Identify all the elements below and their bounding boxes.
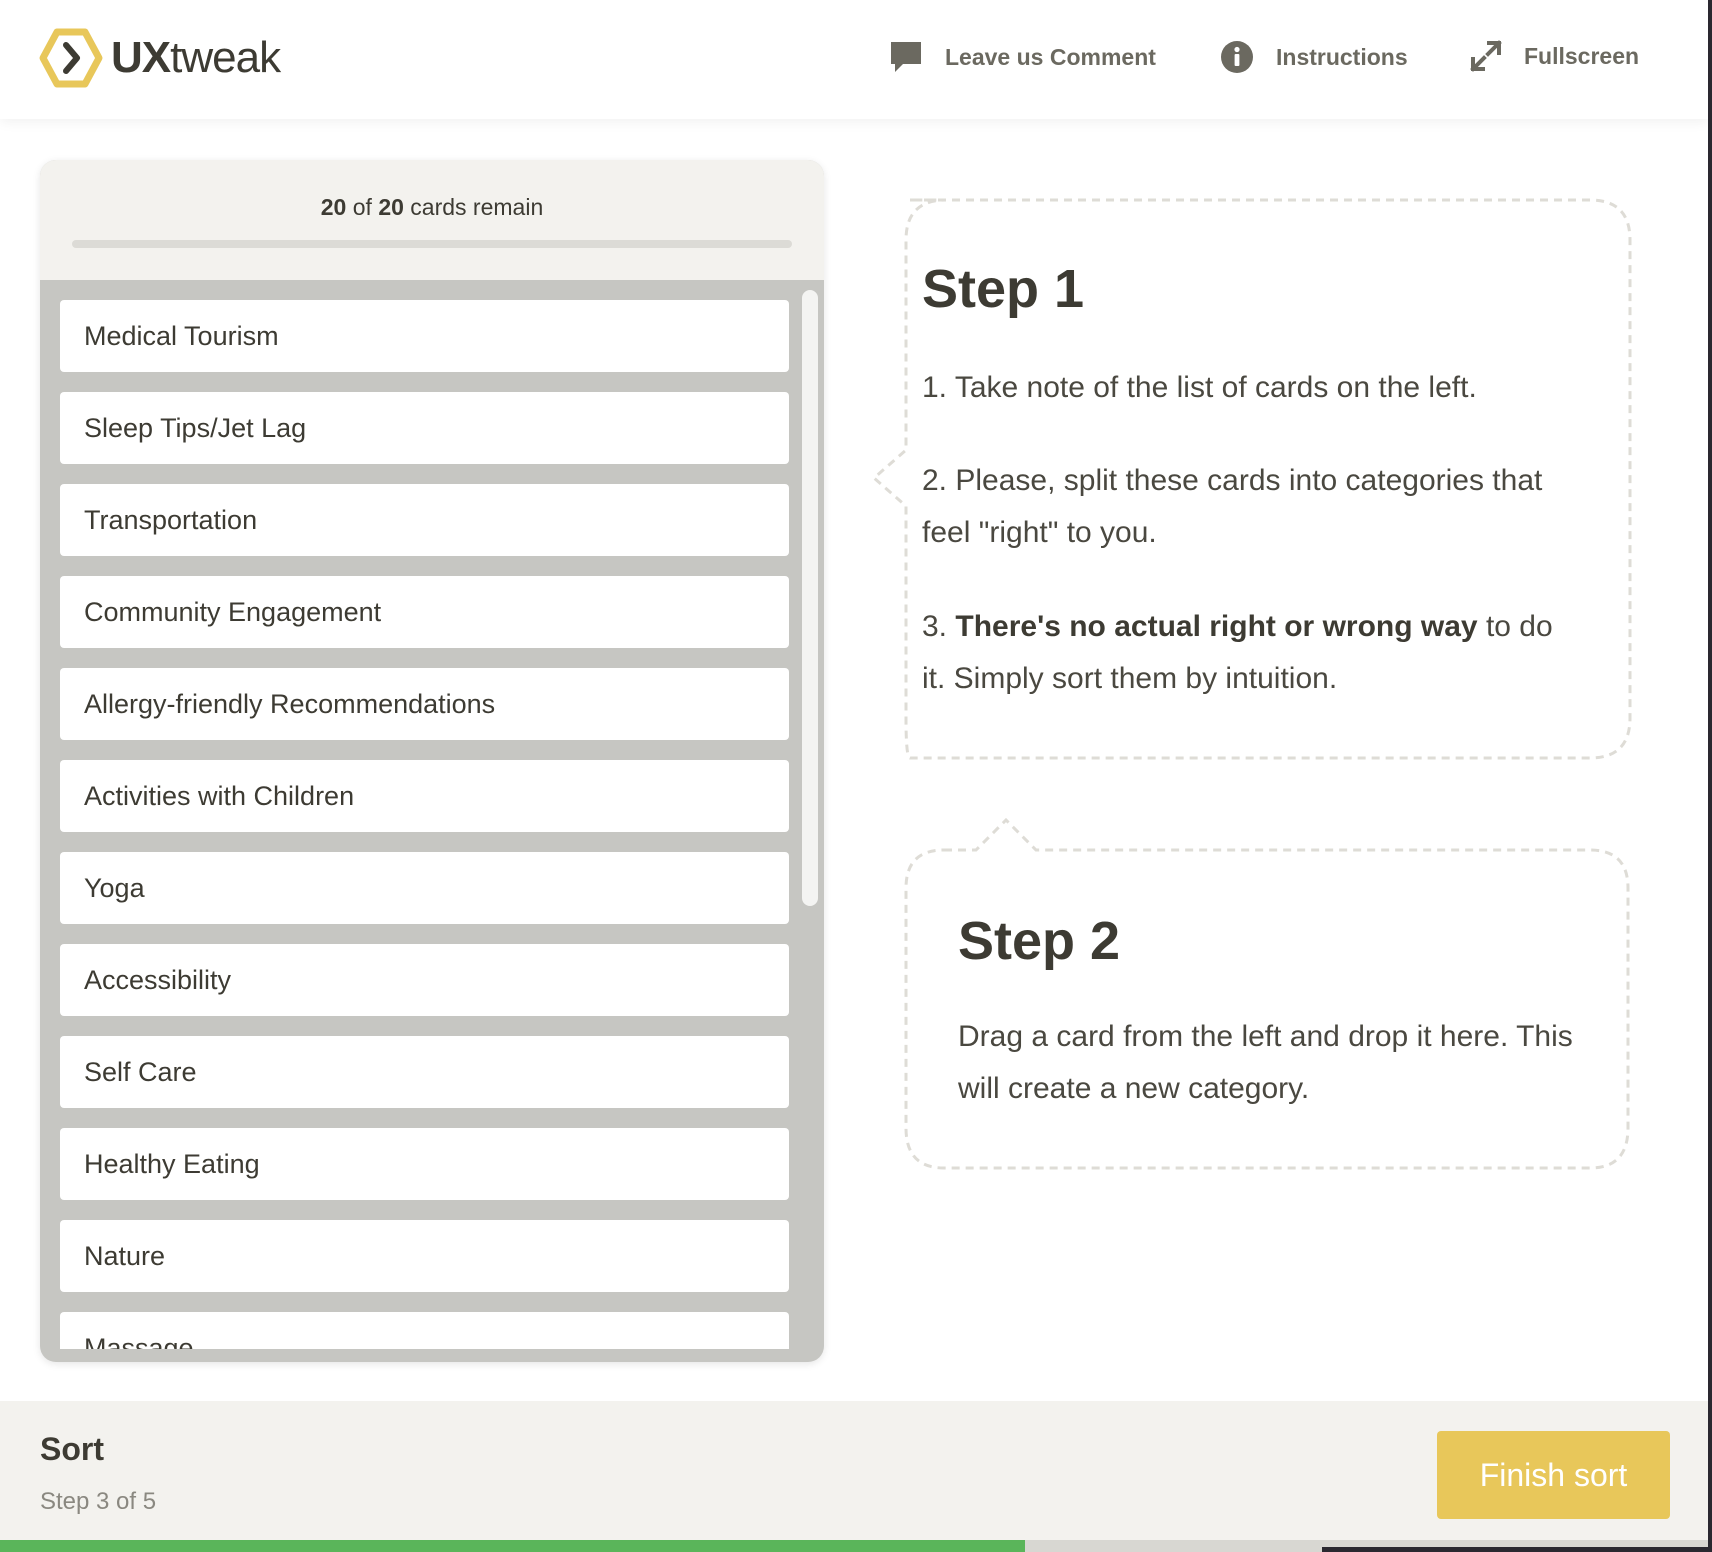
logo-text-bold: UX xyxy=(111,33,171,82)
step2-bubble-frame xyxy=(904,818,1630,1170)
step2-drop-zone[interactable]: Step 2 Drag a card from the left and dro… xyxy=(904,818,1630,1170)
footer-step-indicator: Step 3 of 5 xyxy=(40,1488,157,1515)
card-sort-app: UXtweak Leave us Comment Instructions Fu… xyxy=(0,0,1708,1552)
cards-of-label: of xyxy=(352,194,372,220)
card-item[interactable]: Accessibility xyxy=(60,944,789,1016)
cards-panel: 20 of 20 cards remain Medical Tourism Sl… xyxy=(40,160,824,1362)
card-item[interactable]: Healthy Eating xyxy=(60,1128,789,1200)
card-item[interactable]: Transportation xyxy=(60,484,789,556)
cards-total-count: 20 xyxy=(378,194,404,220)
footer-title: Sort xyxy=(40,1431,104,1467)
step1-item3-bold: There's no actual right or wrong way xyxy=(955,610,1478,643)
card-item[interactable]: Medical Tourism xyxy=(60,300,789,372)
scrollbar-thumb[interactable] xyxy=(802,290,818,906)
window-edge-bottom xyxy=(1322,1547,1712,1552)
logo-text: UXtweak xyxy=(111,33,281,83)
footer: Sort Step 3 of 5 Finish sort xyxy=(0,1401,1708,1552)
step1-instructions: Step 1 1. Take note of the list of cards… xyxy=(870,198,1632,760)
step2-title: Step 2 xyxy=(958,911,1121,971)
instructions-button[interactable]: Instructions xyxy=(1220,40,1408,74)
info-icon xyxy=(1221,41,1253,73)
logo-text-light: tweak xyxy=(170,33,281,82)
card-list-scrollbar[interactable] xyxy=(802,290,818,1350)
step1-item2: 2. Please, split these cards into catego… xyxy=(922,464,1543,549)
step1-item3: 3. There's no actual right or wrong way … xyxy=(922,601,1562,705)
finish-sort-button[interactable]: Finish sort xyxy=(1437,1431,1670,1519)
fullscreen-button[interactable]: Fullscreen xyxy=(1470,40,1639,72)
fullscreen-icon xyxy=(1470,40,1502,72)
cards-panel-header: 20 of 20 cards remain xyxy=(40,160,824,280)
card-item[interactable]: Community Engagement xyxy=(60,576,789,648)
card-item[interactable]: Massage xyxy=(60,1312,789,1349)
step1-item1: 1. Take note of the list of cards on the… xyxy=(922,371,1477,404)
step2-text: Drag a card from the left and drop it he… xyxy=(958,1020,1573,1105)
header: UXtweak Leave us Comment Instructions Fu… xyxy=(0,0,1708,119)
cards-progress-bar xyxy=(72,240,792,248)
cards-remaining-count: 20 xyxy=(320,194,347,220)
card-item[interactable]: Sleep Tips/Jet Lag xyxy=(60,392,789,464)
card-item[interactable]: Activities with Children xyxy=(60,760,789,832)
study-progress-fill xyxy=(0,1540,1025,1552)
card-item[interactable]: Nature xyxy=(60,1220,789,1292)
card-list[interactable]: Medical Tourism Sleep Tips/Jet Lag Trans… xyxy=(60,300,789,1349)
comment-icon xyxy=(891,42,921,72)
leave-comment-button[interactable]: Leave us Comment xyxy=(889,40,1156,74)
cards-remain-suffix: cards remain xyxy=(410,194,544,220)
step1-item3-prefix: 3. xyxy=(922,610,948,643)
card-item[interactable]: Self Care xyxy=(60,1036,789,1108)
fullscreen-label: Fullscreen xyxy=(1524,42,1640,69)
step1-title: Step 1 xyxy=(922,259,1085,319)
logo-hexagon-icon xyxy=(39,28,103,88)
uxtweak-logo: UXtweak xyxy=(39,28,281,88)
card-item[interactable]: Yoga xyxy=(60,852,789,924)
leave-comment-label: Leave us Comment xyxy=(945,43,1156,70)
window-edge xyxy=(1708,0,1712,1552)
cards-remaining-text: 20 of 20 cards remain xyxy=(40,194,824,221)
instructions-label: Instructions xyxy=(1276,43,1408,70)
card-item[interactable]: Allergy-friendly Recommendations xyxy=(60,668,789,740)
